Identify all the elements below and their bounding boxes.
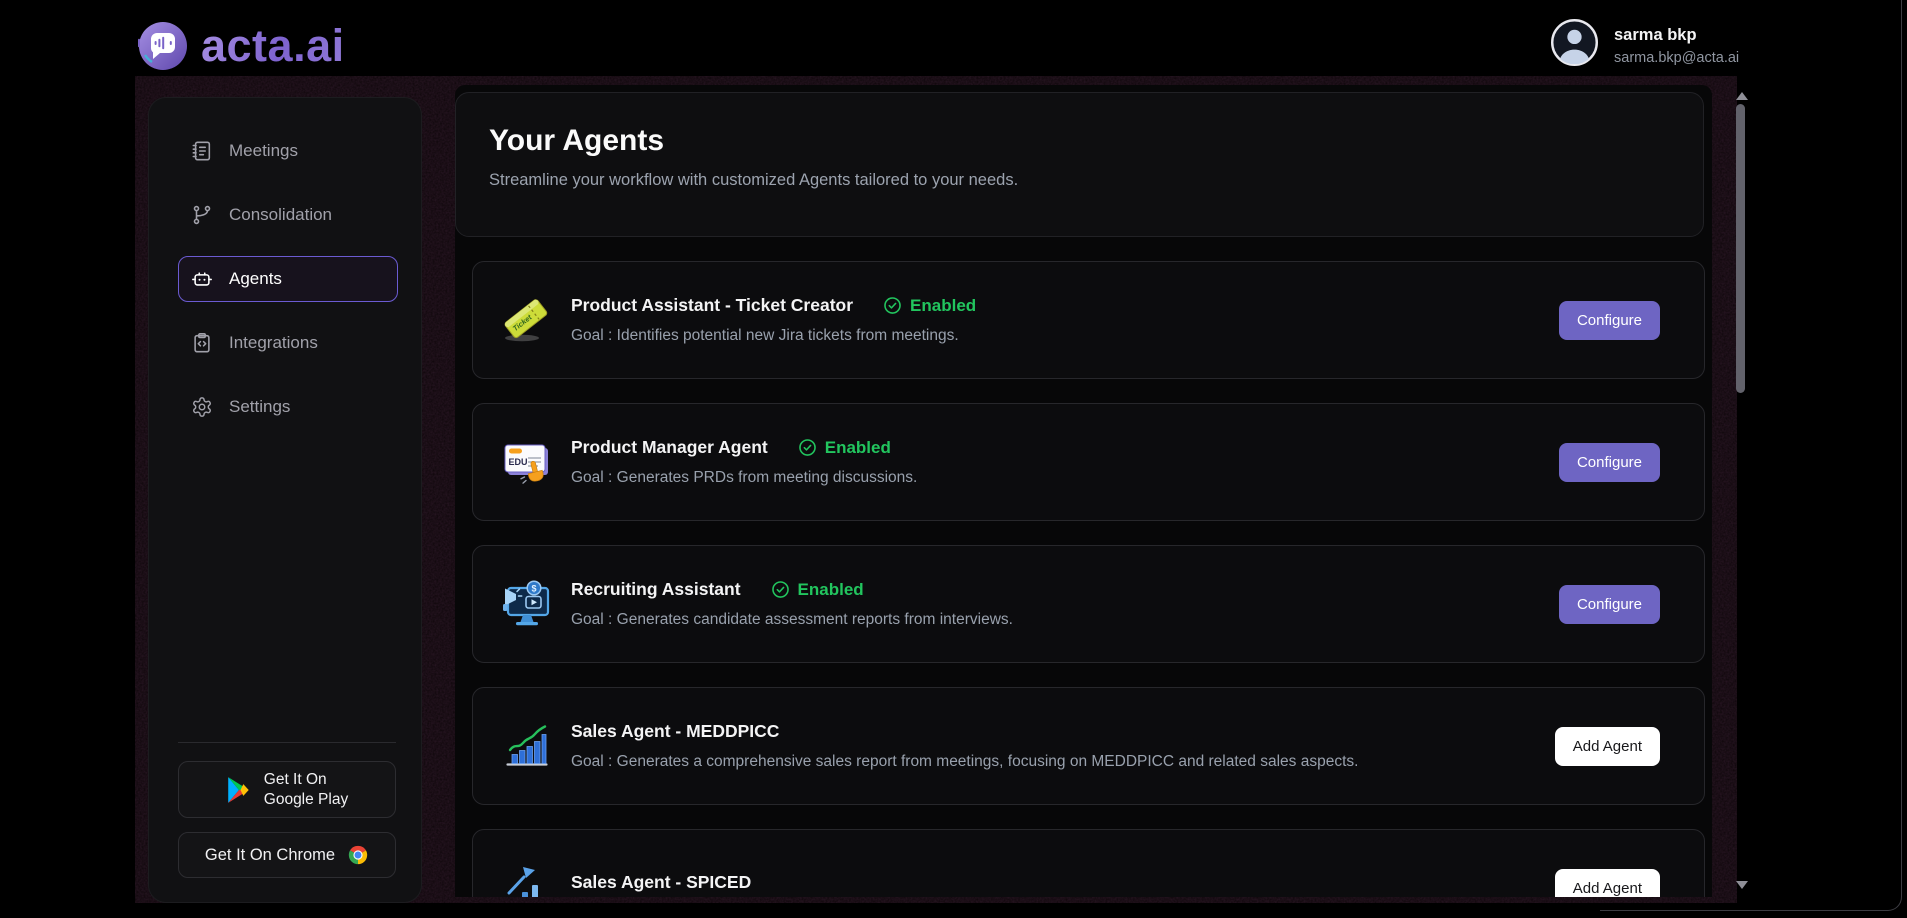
google-play-icon — [226, 776, 252, 804]
scrollbar-up-arrow[interactable] — [1736, 92, 1748, 100]
agent-goal: Goal : Generates candidate assessment re… — [571, 611, 1559, 629]
sidebar-item-consolidation[interactable]: Consolidation — [178, 192, 398, 238]
agent-title-row: Sales Agent - MEDDPICC — [571, 721, 1555, 742]
recruiting-monitor-icon: $ — [499, 577, 553, 631]
play-button-line2: Google Play — [264, 790, 348, 809]
add-agent-button[interactable]: Add Agent — [1555, 727, 1660, 766]
page-subtitle: Streamline your workflow with customized… — [489, 171, 1703, 190]
agent-name: Product Manager Agent — [571, 437, 768, 458]
sidebar-item-label: Agents — [229, 269, 282, 289]
edu-card-icon: EDU — [499, 435, 553, 489]
agent-title-row: Product Assistant - Ticket Creator Enabl… — [571, 295, 1559, 316]
sales-growth-icon — [499, 861, 553, 897]
sidebar-item-meetings[interactable]: Meetings — [178, 128, 398, 174]
agent-status: Enabled — [771, 580, 864, 600]
agent-name: Sales Agent - MEDDPICC — [571, 721, 779, 742]
agent-status-label: Enabled — [825, 438, 891, 458]
agent-info: Product Manager Agent Enabled Goal : Gen… — [571, 437, 1559, 487]
agent-title-row: Sales Agent - SPICED — [571, 872, 1555, 893]
check-circle-icon — [771, 580, 790, 599]
agent-goal: Goal : Generates PRDs from meeting discu… — [571, 469, 1559, 487]
branch-icon — [191, 204, 213, 226]
clipboard-code-icon — [191, 332, 213, 354]
svg-text:$: $ — [531, 584, 536, 594]
check-circle-icon — [883, 296, 902, 315]
google-play-button[interactable]: Get It On Google Play — [178, 761, 396, 818]
sidebar-item-label: Integrations — [229, 333, 318, 353]
agent-title-row: Recruiting Assistant Enabled — [571, 579, 1559, 600]
agent-name: Sales Agent - SPICED — [571, 872, 751, 893]
sidebar-item-integrations[interactable]: Integrations — [178, 320, 398, 366]
agent-card: EDU Product Manager Agent Enabled Goal :… — [472, 403, 1705, 521]
agent-status-label: Enabled — [798, 580, 864, 600]
agent-card: Sales Agent - SPICED Add Agent — [472, 829, 1705, 897]
add-agent-button[interactable]: Add Agent — [1555, 869, 1660, 898]
agent-info: Sales Agent - MEDDPICC Goal : Generates … — [571, 721, 1555, 771]
agent-info: Product Assistant - Ticket Creator Enabl… — [571, 295, 1559, 345]
configure-button[interactable]: Configure — [1559, 585, 1660, 624]
sidebar-bottom: Get It On Google Play Get It On Chrome — [178, 742, 396, 878]
user-menu[interactable]: sarma bkp sarma.bkp@acta.ai — [1551, 19, 1739, 66]
agent-name: Product Assistant - Ticket Creator — [571, 295, 853, 316]
agents-list: Ticket Product Assistant - Ticket Creato… — [472, 261, 1705, 897]
sidebar-item-settings[interactable]: Settings — [178, 384, 398, 430]
notebook-icon — [191, 140, 213, 162]
agent-goal: Goal : Generates a comprehensive sales r… — [571, 753, 1555, 771]
agent-status: Enabled — [883, 296, 976, 316]
user-avatar — [1551, 19, 1598, 66]
ticket-icon: Ticket — [499, 293, 553, 347]
sidebar-item-label: Meetings — [229, 141, 298, 161]
agent-info: Recruiting Assistant Enabled Goal : Gene… — [571, 579, 1559, 629]
sidebar: Meetings Consolidation Agents Integrat — [148, 97, 422, 903]
configure-button[interactable]: Configure — [1559, 301, 1660, 340]
logo-text: acta.ai — [201, 20, 345, 72]
agent-status: Enabled — [798, 438, 891, 458]
robot-icon — [191, 268, 213, 290]
page-title: Your Agents — [489, 124, 1703, 158]
user-name: sarma bkp — [1614, 26, 1739, 45]
chrome-button[interactable]: Get It On Chrome — [178, 832, 396, 878]
acta-logo-icon — [138, 21, 188, 71]
sidebar-item-agents[interactable]: Agents — [178, 256, 398, 302]
agent-card: Sales Agent - MEDDPICC Goal : Generates … — [472, 687, 1705, 805]
agent-title-row: Product Manager Agent Enabled — [571, 437, 1559, 458]
agent-info: Sales Agent - SPICED — [571, 872, 1555, 897]
user-email: sarma.bkp@acta.ai — [1614, 50, 1739, 66]
sidebar-divider — [178, 742, 396, 743]
check-circle-icon — [798, 438, 817, 457]
scrollbar-thumb[interactable] — [1736, 104, 1745, 393]
page-header-card: Your Agents Streamline your workflow wit… — [455, 92, 1704, 237]
main-panel: Your Agents Streamline your workflow wit… — [455, 85, 1712, 897]
gear-icon — [191, 396, 213, 418]
chrome-button-label: Get It On Chrome — [205, 846, 335, 865]
sidebar-item-label: Settings — [229, 397, 290, 417]
scrollbar-down-arrow[interactable] — [1736, 881, 1748, 889]
sales-chart-icon — [499, 719, 553, 773]
play-button-line1: Get It On — [264, 770, 348, 789]
logo[interactable]: acta.ai — [138, 20, 345, 72]
svg-text:EDU: EDU — [509, 457, 528, 467]
sidebar-nav: Meetings Consolidation Agents Integrat — [149, 98, 421, 430]
agent-card: $ Recruiting Assistant Enabled Goal : Ge… — [472, 545, 1705, 663]
agent-goal: Goal : Identifies potential new Jira tic… — [571, 327, 1559, 345]
configure-button[interactable]: Configure — [1559, 443, 1660, 482]
agent-status-label: Enabled — [910, 296, 976, 316]
agent-card: Ticket Product Assistant - Ticket Creato… — [472, 261, 1705, 379]
sidebar-item-label: Consolidation — [229, 205, 332, 225]
top-bar: acta.ai sarma bkp sarma.bkp@acta.ai — [0, 0, 1907, 86]
chrome-icon — [347, 844, 369, 866]
agent-name: Recruiting Assistant — [571, 579, 741, 600]
